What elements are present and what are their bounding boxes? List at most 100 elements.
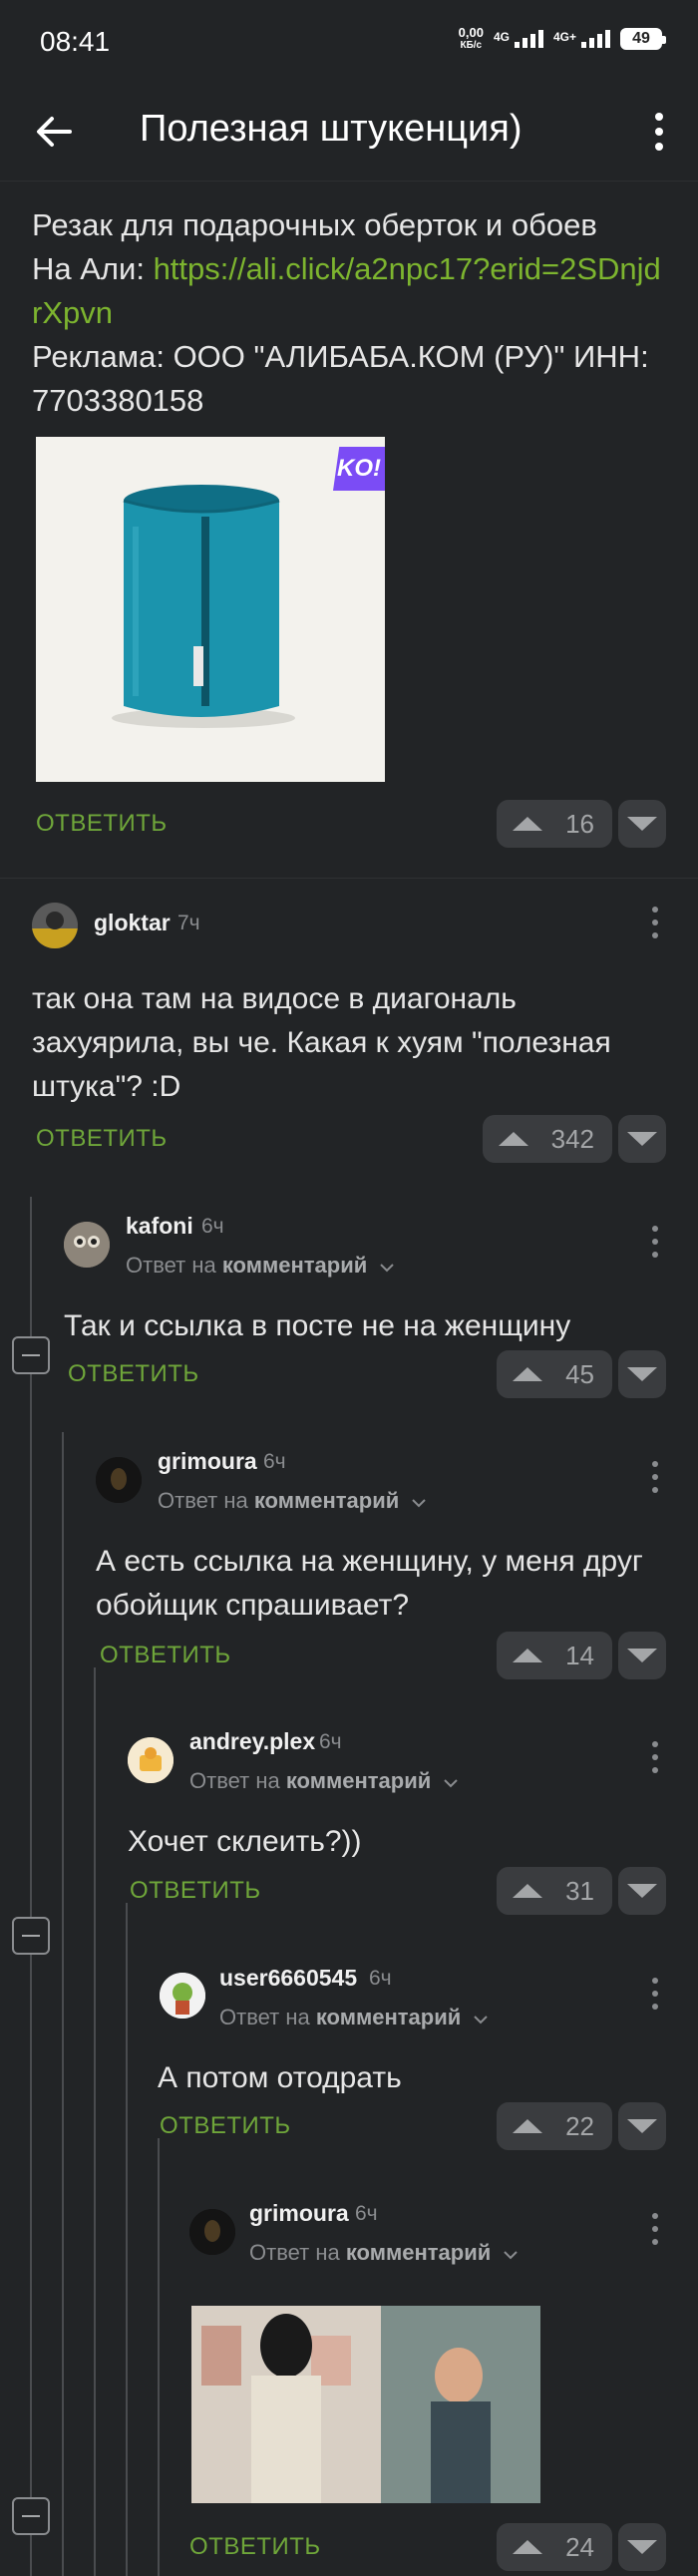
comment-upvote-button[interactable]: 14 <box>497 1632 612 1679</box>
reply-to-link[interactable]: комментарий <box>316 2005 461 2029</box>
comment-image[interactable] <box>191 2306 540 2503</box>
comment-reply-button[interactable]: ОТВЕТИТЬ <box>68 1360 199 1388</box>
downvote-icon <box>627 817 657 831</box>
reply-to-link[interactable]: комментарий <box>286 1768 431 1793</box>
comment-downvote-button[interactable] <box>618 2102 666 2150</box>
collapse-thread-icon[interactable] <box>12 1336 50 1374</box>
thread-line-4 <box>126 1903 128 2576</box>
avatar[interactable] <box>64 1222 110 1268</box>
comment-reply-to[interactable]: Ответ на комментарий <box>219 2005 489 2030</box>
network-speed-value: 0,00 <box>458 25 484 40</box>
post-upvote-button[interactable]: 16 <box>497 800 612 848</box>
comment-text: А есть ссылка на женщину, у меня друг об… <box>96 1545 643 1622</box>
comment-username[interactable]: grimoura <box>249 2200 349 2227</box>
comment-username[interactable]: user6660545 <box>219 1965 357 1992</box>
upvote-icon <box>513 2119 542 2133</box>
comment-upvote-button[interactable]: 342 <box>483 1115 612 1163</box>
signal-2-icon: 4G+ <box>553 30 610 48</box>
more-vertical-icon[interactable] <box>652 112 666 152</box>
cutter-picture <box>112 485 295 728</box>
comment-upvote-button[interactable]: 31 <box>497 1867 612 1915</box>
comment-downvote-button[interactable] <box>618 1350 666 1398</box>
downvote-icon <box>627 2540 657 2554</box>
more-vertical-icon[interactable] <box>650 1740 660 1774</box>
post-ali-prefix: На Али: <box>32 251 154 286</box>
thread-line-3 <box>94 1667 96 2576</box>
avatar[interactable] <box>189 2209 235 2255</box>
chevron-down-icon <box>444 1779 459 1788</box>
avatar[interactable] <box>128 1737 174 1783</box>
status-indicators: 0,00 КБ/с 4G 4G+ 49 <box>458 25 666 52</box>
reply-to-link[interactable]: комментарий <box>346 2240 491 2265</box>
page-title: Полезная штукенция) <box>140 108 523 150</box>
avatar[interactable] <box>160 1973 205 2019</box>
chevron-down-icon <box>380 1264 395 1273</box>
more-vertical-icon[interactable] <box>650 906 660 939</box>
collapse-thread-icon[interactable] <box>12 2497 50 2535</box>
comment-time: 6ч <box>369 1967 392 1990</box>
comment-time: 6ч <box>263 1450 286 1473</box>
signal-1-icon: 4G <box>494 30 543 48</box>
reply-to-link[interactable]: комментарий <box>254 1488 399 1513</box>
comment-username[interactable]: kafoni <box>126 1213 193 1240</box>
battery-level: 49 <box>632 30 650 47</box>
thread-line-1 <box>30 1197 32 2576</box>
downvote-icon <box>627 1884 657 1898</box>
reply-to-prefix: Ответ на <box>249 2240 346 2265</box>
thread-line-2 <box>62 1432 64 2576</box>
comment-text: Так и ссылка в посте не на женщину <box>64 1309 571 1342</box>
comment-upvote-button[interactable]: 45 <box>497 1350 612 1398</box>
reply-to-prefix: Ответ на <box>126 1253 222 1278</box>
comment-upvote-button[interactable]: 24 <box>497 2523 612 2571</box>
upvote-icon <box>513 1649 542 1662</box>
upvote-icon <box>513 1367 542 1381</box>
comment-username[interactable]: gloktar <box>94 910 171 936</box>
reply-to-link[interactable]: комментарий <box>222 1253 367 1278</box>
comment-downvote-button[interactable] <box>618 1115 666 1163</box>
movie-still-picture <box>191 2306 540 2503</box>
comment-vote-count: 14 <box>565 1640 594 1670</box>
comment-time: 6ч <box>201 1215 224 1238</box>
comment-reply-button[interactable]: ОТВЕТИТЬ <box>130 1877 261 1905</box>
comment-upvote-button[interactable]: 22 <box>497 2102 612 2150</box>
upvote-icon <box>513 2540 542 2554</box>
comment-username[interactable]: grimoura <box>158 1448 257 1475</box>
upvote-icon <box>499 1132 528 1146</box>
comment-reply-to[interactable]: Ответ на комментарий <box>158 1488 427 1514</box>
more-vertical-icon[interactable] <box>650 1977 660 2011</box>
comment-reply-button[interactable]: ОТВЕТИТЬ <box>160 2112 291 2140</box>
post-downvote-button[interactable] <box>618 800 666 848</box>
comment-time: 6ч <box>355 2202 378 2225</box>
more-vertical-icon[interactable] <box>650 1225 660 1259</box>
comment-downvote-button[interactable] <box>618 1867 666 1915</box>
comment-username[interactable]: andrey.plex <box>189 1728 315 1755</box>
battery-icon: 49 <box>620 28 666 50</box>
post-line-1: Резак для подарочных оберток и обоев <box>32 207 597 242</box>
post-reply-button[interactable]: ОТВЕТИТЬ <box>36 810 168 838</box>
reply-to-prefix: Ответ на <box>189 1768 286 1793</box>
comment-vote-count: 31 <box>565 1875 594 1906</box>
comment-reply-button[interactable]: ОТВЕТИТЬ <box>100 1642 231 1669</box>
network-speed-unit: КБ/с <box>460 40 483 51</box>
comment-reply-button[interactable]: ОТВЕТИТЬ <box>189 2533 321 2561</box>
downvote-icon <box>627 1132 657 1146</box>
reply-to-prefix: Ответ на <box>219 2005 316 2029</box>
product-image[interactable]: KO! <box>36 437 385 782</box>
comment-reply-button[interactable]: ОТВЕТИТЬ <box>36 1125 168 1153</box>
more-vertical-icon[interactable] <box>650 1460 660 1494</box>
divider <box>0 878 698 879</box>
downvote-icon <box>627 2119 657 2133</box>
comment-reply-to[interactable]: Ответ на комментарий <box>189 1768 459 1794</box>
more-vertical-icon[interactable] <box>650 2212 660 2246</box>
avatar[interactable] <box>96 1457 142 1503</box>
app-bar: Полезная штукенция) <box>0 86 698 182</box>
avatar[interactable] <box>32 903 78 948</box>
post-ali-line: На Али: https://ali.click/a2npc17?erid=2… <box>32 247 670 335</box>
comment-downvote-button[interactable] <box>618 2523 666 2571</box>
collapse-thread-icon[interactable] <box>12 1917 50 1955</box>
comment-downvote-button[interactable] <box>618 1632 666 1679</box>
comment-reply-to[interactable]: Ответ на комментарий <box>249 2240 519 2266</box>
back-arrow-icon[interactable] <box>34 112 74 152</box>
comment-vote-count: 45 <box>565 1358 594 1389</box>
comment-reply-to[interactable]: Ответ на комментарий <box>126 1253 395 1279</box>
